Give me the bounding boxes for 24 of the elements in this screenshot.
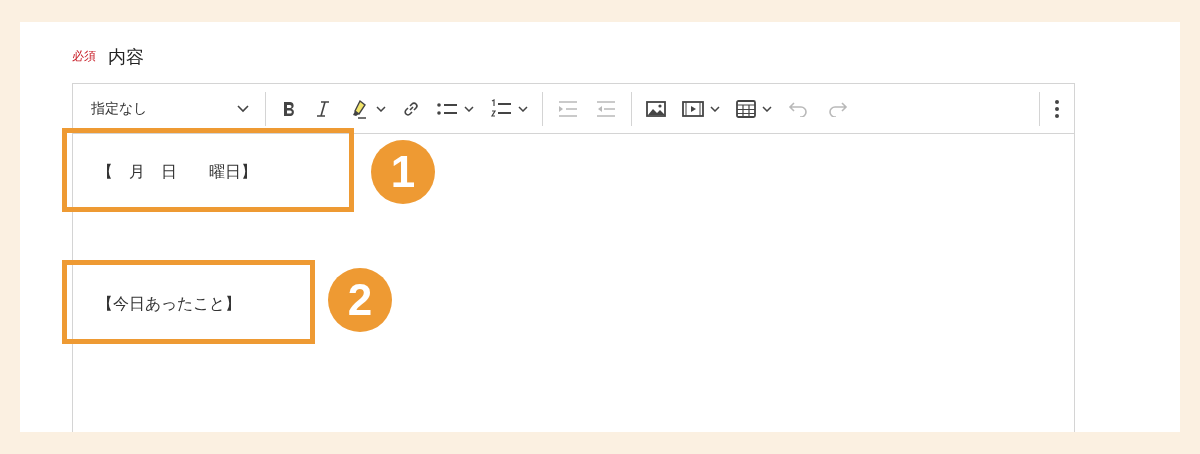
chevron-icon <box>710 105 720 112</box>
table-icon <box>736 99 756 118</box>
format-select[interactable]: 指定なし <box>79 90 259 127</box>
chevron-icon <box>518 105 528 112</box>
chevron-icon <box>376 105 386 112</box>
paragraph: 【今日あったこと】 <box>97 293 241 315</box>
field-label: 内容 <box>108 44 144 69</box>
outdent-icon <box>595 99 617 118</box>
undo-icon <box>788 100 810 117</box>
link-icon <box>402 99 420 118</box>
paragraph: 【 月 日 曜日】 <box>97 161 257 183</box>
chevron-icon <box>762 105 772 112</box>
required-label: 必須 <box>72 48 96 65</box>
redo-icon <box>826 100 848 117</box>
chevron-icon <box>464 105 474 112</box>
image-icon <box>646 99 666 118</box>
indent-icon <box>557 99 579 118</box>
number-badge: 1 <box>371 140 435 204</box>
number-badge: 2 <box>328 268 392 332</box>
italic-icon <box>314 99 332 118</box>
more-icon <box>1054 98 1060 119</box>
numbered-list-icon <box>490 98 512 119</box>
video-icon <box>682 99 704 118</box>
chevron-icon <box>237 104 249 113</box>
